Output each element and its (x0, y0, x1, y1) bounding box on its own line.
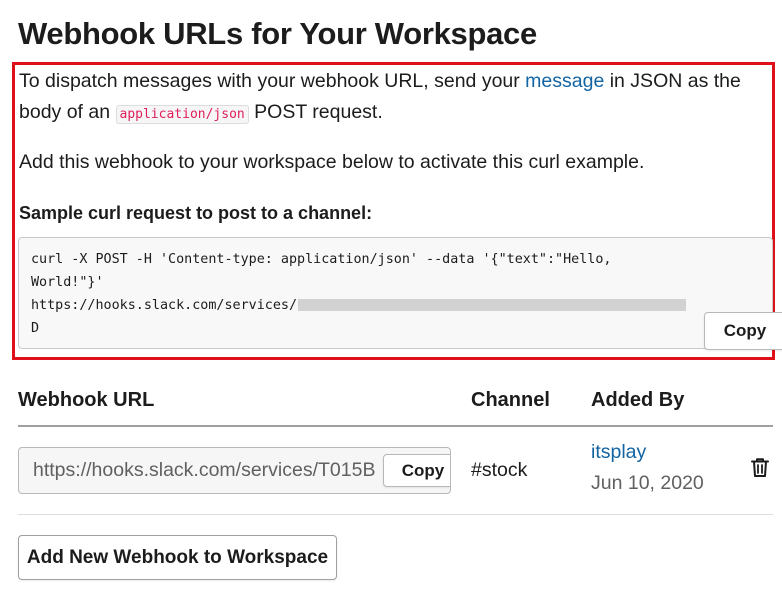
copy-curl-button[interactable]: Copy (704, 312, 782, 350)
table-row-divider (18, 514, 773, 515)
added-by-user-link[interactable]: itsplay (591, 441, 646, 464)
trash-icon[interactable] (748, 455, 772, 479)
column-header-channel: Channel (471, 389, 550, 411)
intro-paragraph: To dispatch messages with your webhook U… (19, 66, 769, 130)
code-line-4: D (31, 321, 40, 336)
code-line-3: https://hooks.slack.com/services/ (31, 298, 298, 313)
code-line-2: World!"}' (31, 275, 104, 290)
webhook-url-field: Copy (18, 447, 451, 494)
table-header-divider (18, 425, 773, 427)
added-date: Jun 10, 2020 (591, 472, 704, 494)
page-title: Webhook URLs for Your Workspace (18, 16, 537, 51)
add-new-webhook-button[interactable]: Add New Webhook to Workspace (18, 535, 337, 580)
channel-name: #stock (471, 459, 528, 481)
column-header-added-by: Added By (591, 389, 685, 411)
sample-heading: Sample curl request to post to a channel… (19, 203, 373, 223)
activate-text: Add this webhook to your workspace below… (19, 151, 645, 173)
code-line-1: curl -X POST -H 'Content-type: applicati… (31, 252, 612, 267)
intro-text: To dispatch messages with your webhook U… (19, 70, 526, 92)
code-text: curl -X POST -H 'Content-type: applicati… (31, 248, 687, 340)
intro-text-3: POST request. (248, 101, 383, 123)
column-header-webhook-url: Webhook URL (18, 389, 155, 411)
copy-webhook-url-button[interactable]: Copy (383, 454, 450, 487)
message-link[interactable]: message (525, 70, 604, 92)
inline-code: application/json (115, 105, 249, 124)
code-block: curl -X POST -H 'Content-type: applicati… (18, 237, 782, 350)
redacted-token (298, 299, 687, 311)
